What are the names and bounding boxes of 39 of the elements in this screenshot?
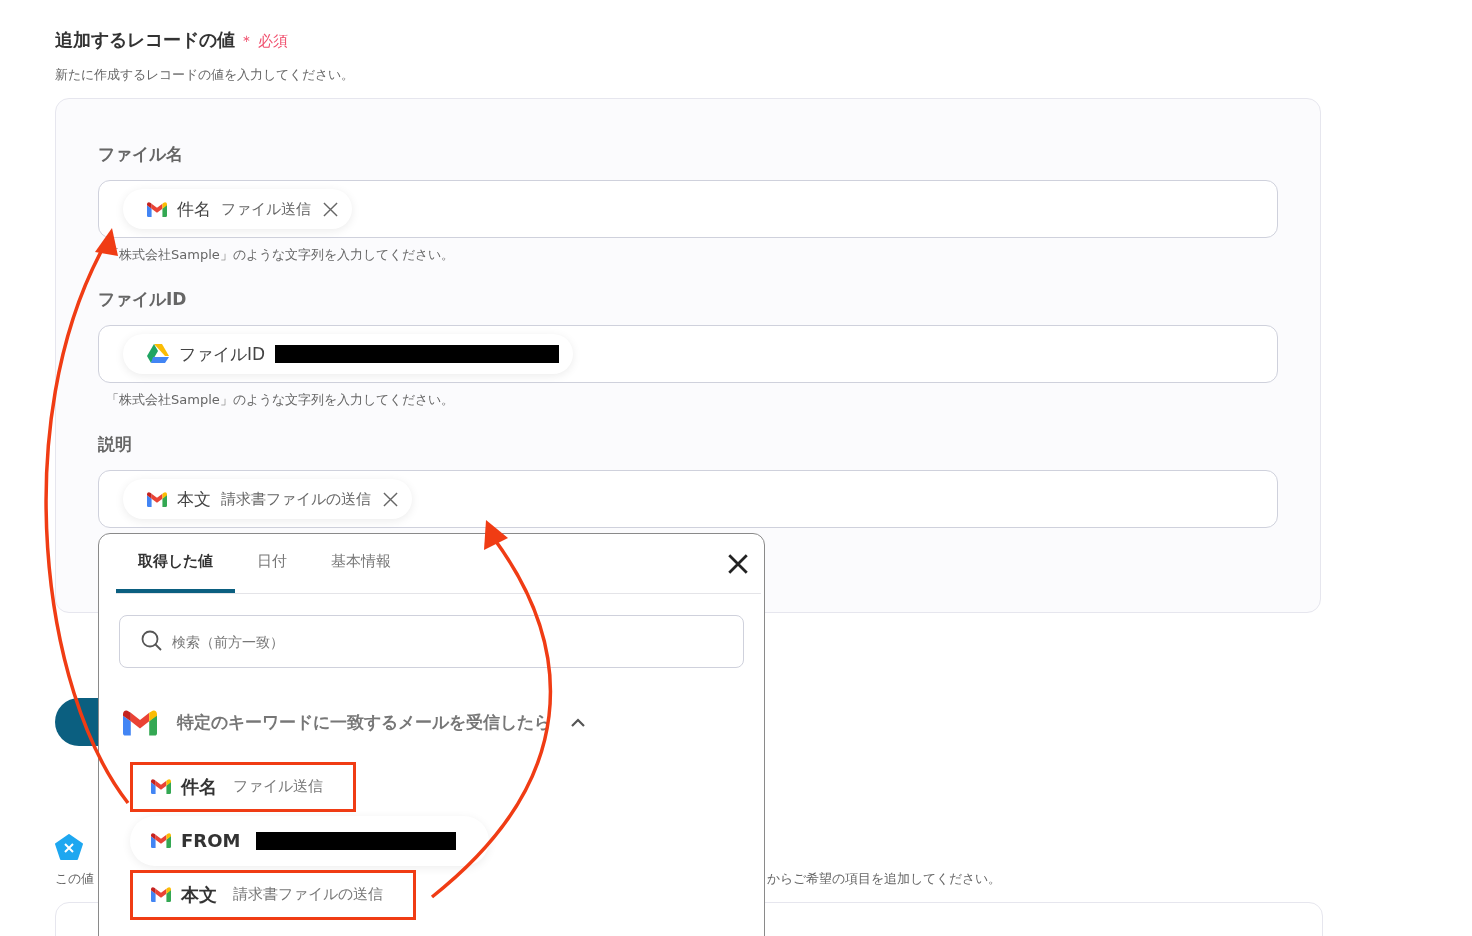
field-hint: 「株式会社Sample」のような文字列を入力してください。 [106, 391, 455, 409]
value-item[interactable]: 件名 ファイル送信 [130, 761, 356, 812]
mail-icon [147, 201, 167, 217]
mail-icon [147, 491, 167, 507]
chip-label: 本文 [177, 487, 211, 511]
value-item[interactable]: 本文 請求書ファイルの送信 [130, 869, 416, 920]
mail-icon [151, 833, 171, 848]
tab[interactable]: 日付 [235, 534, 309, 593]
chip-label: ファイルID [179, 342, 266, 366]
tab[interactable]: 取得した値 [116, 534, 235, 593]
required-label: 必須 [258, 32, 288, 51]
section-description: 新たに作成するレコードの値を入力してください。 [55, 66, 355, 84]
note-text: からご希望の項目を追加してください。 [767, 870, 1001, 888]
close-icon [728, 554, 748, 574]
input-field[interactable]: ファイルID [98, 325, 1278, 383]
input-field[interactable]: 件名 ファイル送信 [98, 180, 1278, 238]
drive-icon [147, 344, 169, 364]
search-icon [141, 630, 163, 652]
close-icon [383, 491, 398, 507]
search-field[interactable]: 検索（前方一致） [119, 615, 744, 668]
close-button[interactable] [728, 554, 748, 574]
required-mark: ＊ [239, 32, 254, 51]
field-label: 説明 [98, 433, 133, 456]
field-label: ファイルID [98, 288, 188, 311]
close-icon [323, 201, 338, 217]
mail-icon [151, 887, 171, 902]
field-label: ファイル名 [98, 143, 184, 166]
section-title: 追加するレコードの値 [55, 28, 235, 52]
mail-icon [151, 779, 171, 794]
remove-button[interactable] [323, 201, 338, 217]
x-badge-icon [55, 834, 83, 860]
input-field[interactable]: 本文 請求書ファイルの送信 [98, 470, 1278, 528]
mail-icon [123, 710, 157, 736]
tab[interactable]: 基本情報 [309, 534, 413, 593]
chip-value: 請求書ファイルの送信 [221, 489, 371, 509]
chip-value: ファイル送信 [221, 199, 311, 219]
chip-label: 件名 [177, 197, 211, 221]
remove-button[interactable] [383, 491, 398, 507]
note-text: この値 [55, 870, 94, 888]
